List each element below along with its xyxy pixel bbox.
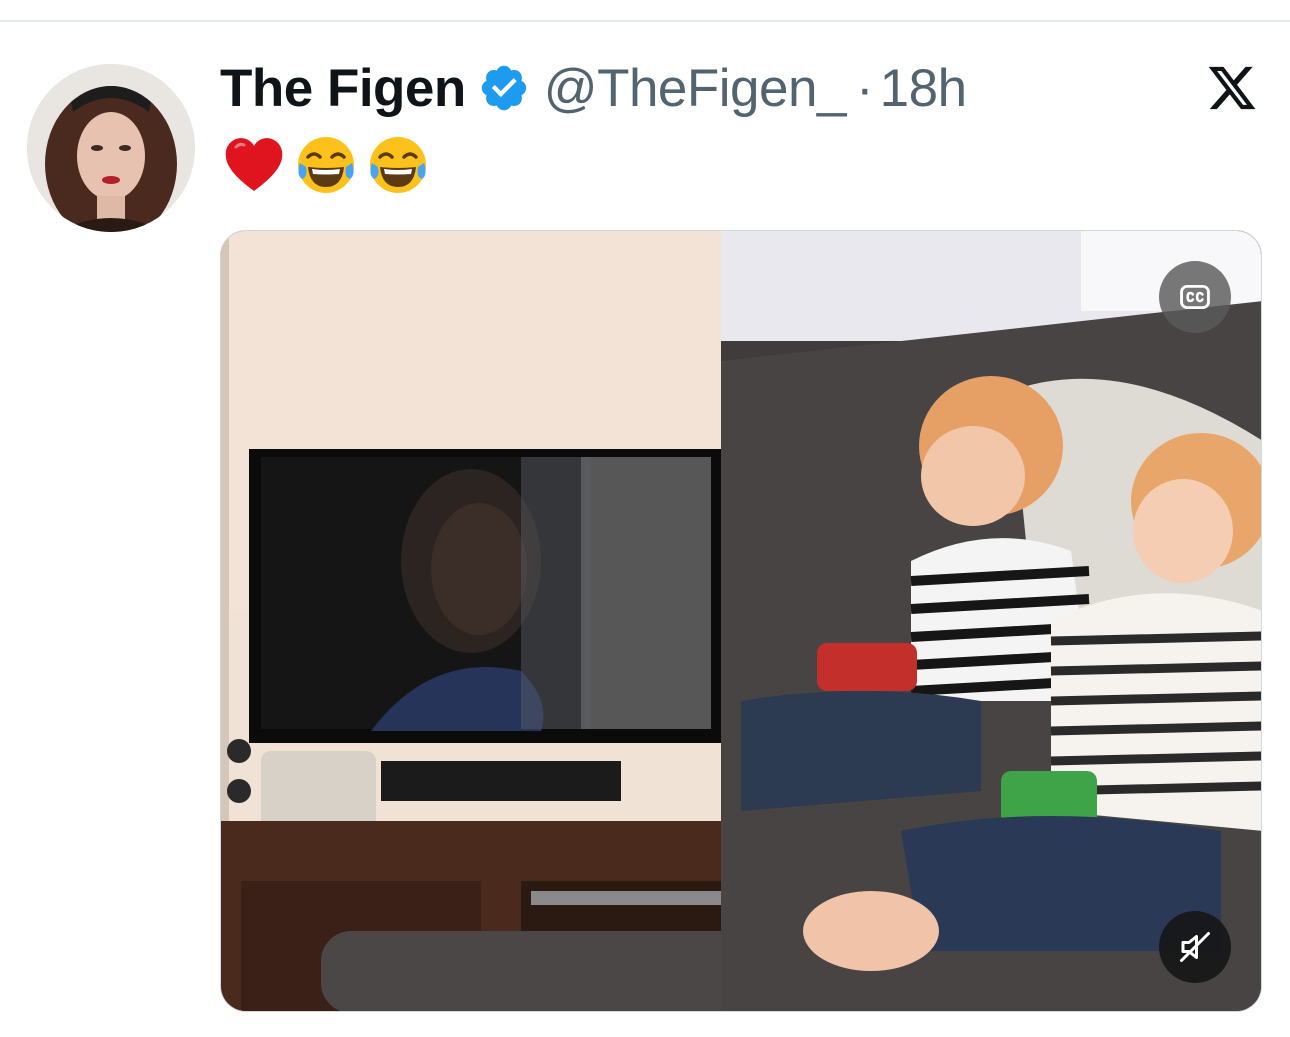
x-logo-icon[interactable] (1206, 62, 1258, 114)
closed-captions-button[interactable] (1159, 261, 1231, 333)
user-handle[interactable]: @TheFigen_ (544, 58, 847, 119)
separator-dot: · (855, 58, 874, 118)
video-frame (221, 231, 1261, 1011)
tweet-page: The Figen @TheFigen_ · 18h (0, 0, 1290, 1037)
display-name[interactable]: The Figen (220, 58, 466, 119)
timestamp[interactable]: 18h (880, 58, 967, 119)
red-heart-icon (222, 133, 286, 197)
tweet-header: The Figen @TheFigen_ · 18h (220, 56, 967, 120)
tweet-text (222, 130, 438, 200)
speaker-muted-icon (1180, 932, 1210, 962)
video-player[interactable] (220, 230, 1262, 1012)
avatar[interactable] (27, 64, 195, 232)
divider (0, 20, 1290, 22)
verified-badge-icon (478, 62, 530, 114)
face-with-tears-of-joy-icon (294, 133, 358, 197)
face-with-tears-of-joy-icon (366, 133, 430, 197)
avatar-image (27, 64, 195, 232)
unmute-button[interactable] (1159, 911, 1231, 983)
closed-captions-icon (1180, 284, 1210, 310)
